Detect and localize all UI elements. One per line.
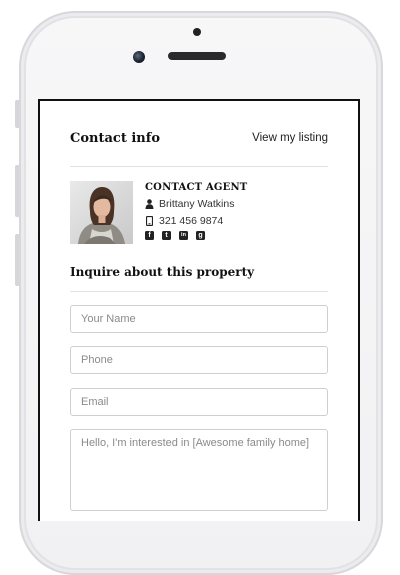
view-listing-link[interactable]: View my listing: [252, 132, 328, 144]
contact-agent-title: CONTACT AGENT: [145, 182, 248, 193]
contact-header: Contact info View my listing: [70, 131, 328, 149]
agent-phone[interactable]: 321 456 9874: [159, 215, 223, 227]
name-input[interactable]: [71, 306, 327, 332]
inquire-title: Inquire about this property: [70, 265, 255, 279]
divider: [70, 291, 328, 292]
agent-name-row: Brittany Watkins: [145, 198, 325, 210]
phone-input[interactable]: [71, 347, 327, 373]
email-field-wrapper: [70, 388, 328, 416]
email-input[interactable]: [71, 389, 327, 415]
phone-screen: Contact info View my listing CONTACT AGE…: [38, 99, 360, 521]
agent-details: CONTACT AGENT Brittany Watkins 321 456 9…: [145, 182, 325, 240]
name-field-wrapper: [70, 305, 328, 333]
twitter-icon[interactable]: t: [162, 231, 171, 240]
agent-photo: [70, 181, 133, 244]
front-camera-icon: [133, 51, 145, 63]
person-icon: [145, 199, 154, 209]
agent-name: Brittany Watkins: [159, 198, 235, 210]
linkedin-icon[interactable]: in: [179, 231, 188, 240]
message-textarea[interactable]: [71, 430, 327, 510]
social-links: f t in g: [145, 231, 325, 240]
facebook-icon[interactable]: f: [145, 231, 154, 240]
googleplus-icon[interactable]: g: [196, 231, 205, 240]
earpiece-speaker: [168, 52, 226, 60]
divider: [70, 166, 328, 167]
message-field-wrapper: [70, 429, 328, 511]
phone-icon: [145, 216, 154, 226]
contact-info-title: Contact info: [70, 131, 160, 146]
proximity-sensor: [193, 28, 201, 36]
phone-field-wrapper: [70, 346, 328, 374]
agent-phone-row: 321 456 9874: [145, 215, 325, 227]
